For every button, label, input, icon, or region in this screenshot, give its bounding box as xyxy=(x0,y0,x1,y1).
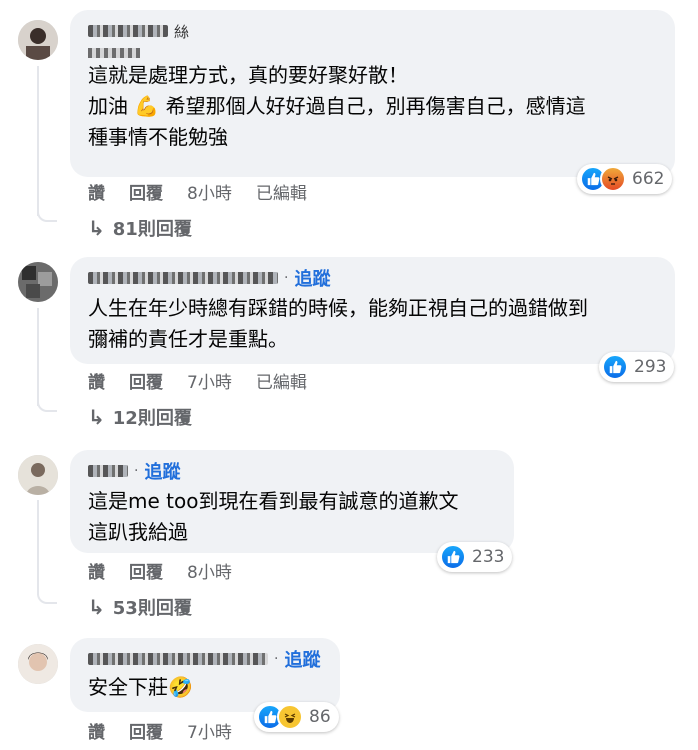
separator-dot: · xyxy=(284,270,289,286)
reply-connector xyxy=(37,200,57,222)
reply-arrow-icon: ↳ xyxy=(88,405,105,429)
timestamp[interactable]: 7小時 xyxy=(187,368,232,393)
author-name-suffix: 絲 xyxy=(174,22,190,41)
haha-icon xyxy=(277,704,303,730)
author-subtitle-blurred xyxy=(88,48,140,58)
follow-button[interactable]: 追蹤 xyxy=(284,646,320,672)
comment-bubble: · 追蹤 安全下莊🤣 xyxy=(70,638,340,712)
comment-bubble: · 追蹤 人生在年少時總有踩錯的時候，能夠正視自己的過錯做到 彌補的責任才是重點… xyxy=(70,257,675,364)
author-name-blurred[interactable] xyxy=(88,25,168,37)
comment-bubble: · 追蹤 這是me too到現在看到最有誠意的道歉文 這趴我給過 xyxy=(70,450,514,553)
reply-button[interactable]: 回覆 xyxy=(129,718,163,743)
reply-arrow-icon: ↳ xyxy=(88,216,105,240)
comment-actions: 讚 回覆 8小時 已編輯 xyxy=(88,179,331,204)
angry-icon xyxy=(600,166,626,192)
author-row: · 追蹤 xyxy=(88,458,496,484)
comment-bubble: 絲 這就是處理方式，真的要好聚好散！ 加油 💪 希望那個人好好過自己，別再傷害自… xyxy=(70,10,675,177)
replies-count-label: 81則回覆 xyxy=(112,219,192,240)
reply-button[interactable]: 回覆 xyxy=(129,558,163,583)
reaction-summary[interactable]: 662 xyxy=(577,164,673,194)
comment-text: 人生在年少時總有踩錯的時候，能夠正視自己的過錯做到 彌補的責任才是重點。 xyxy=(88,296,588,351)
like-button[interactable]: 讚 xyxy=(88,558,105,583)
reply-button[interactable]: 回覆 xyxy=(129,179,163,204)
like-icon xyxy=(440,544,466,570)
view-replies-link[interactable]: ↳ 12則回覆 xyxy=(88,404,192,430)
reaction-count: 233 xyxy=(472,547,505,567)
separator-dot: · xyxy=(134,463,139,479)
separator-dot: · xyxy=(274,651,279,667)
avatar[interactable] xyxy=(18,455,58,495)
comment-actions: 讚 回覆 8小時 xyxy=(88,558,256,583)
view-replies-link[interactable]: ↳ 81則回覆 xyxy=(88,215,192,241)
reaction-summary[interactable]: 86 xyxy=(254,702,339,732)
replies-count-label: 12則回覆 xyxy=(112,408,192,429)
thread-line xyxy=(37,66,39,216)
avatar[interactable] xyxy=(18,262,58,302)
comment-actions: 讚 回覆 7小時 xyxy=(88,718,256,743)
reaction-summary[interactable]: 233 xyxy=(437,542,513,572)
author-row: 絲 xyxy=(88,20,657,42)
reply-arrow-icon: ↳ xyxy=(88,595,105,619)
comment-text: 安全下莊🤣 xyxy=(88,675,193,699)
reply-button[interactable]: 回覆 xyxy=(129,368,163,393)
like-icon xyxy=(602,354,628,380)
author-name-blurred[interactable] xyxy=(88,272,278,284)
like-button[interactable]: 讚 xyxy=(88,368,105,393)
like-button[interactable]: 讚 xyxy=(88,718,105,743)
comment-text: 這就是處理方式，真的要好聚好散！ 加油 💪 希望那個人好好過自己，別再傷害自己，… xyxy=(88,63,586,149)
avatar[interactable] xyxy=(18,20,58,60)
follow-button[interactable]: 追蹤 xyxy=(144,458,180,484)
replies-count-label: 53則回覆 xyxy=(112,598,192,619)
reaction-count: 662 xyxy=(632,169,665,189)
author-name-blurred[interactable] xyxy=(88,653,268,665)
edited-label: 已編輯 xyxy=(255,183,307,204)
author-row: · 追蹤 xyxy=(88,265,657,291)
edited-label: 已編輯 xyxy=(255,372,307,393)
like-button[interactable]: 讚 xyxy=(88,179,105,204)
avatar[interactable] xyxy=(18,644,58,684)
comment-text: 這是me too到現在看到最有誠意的道歉文 這趴我給過 xyxy=(88,489,459,544)
reply-connector xyxy=(37,582,57,604)
timestamp[interactable]: 8小時 xyxy=(187,179,232,204)
view-replies-link[interactable]: ↳ 53則回覆 xyxy=(88,594,192,620)
reaction-summary[interactable]: 293 xyxy=(599,352,675,382)
timestamp[interactable]: 8小時 xyxy=(187,558,232,583)
thread-line xyxy=(37,500,39,595)
reaction-count: 86 xyxy=(309,707,331,727)
author-row: · 追蹤 xyxy=(88,646,322,672)
comment-actions: 讚 回覆 7小時 已編輯 xyxy=(88,368,331,393)
reaction-count: 293 xyxy=(634,357,667,377)
author-name-blurred[interactable] xyxy=(88,465,128,477)
timestamp[interactable]: 7小時 xyxy=(187,718,232,743)
follow-button[interactable]: 追蹤 xyxy=(294,265,330,291)
reply-connector xyxy=(37,390,57,412)
